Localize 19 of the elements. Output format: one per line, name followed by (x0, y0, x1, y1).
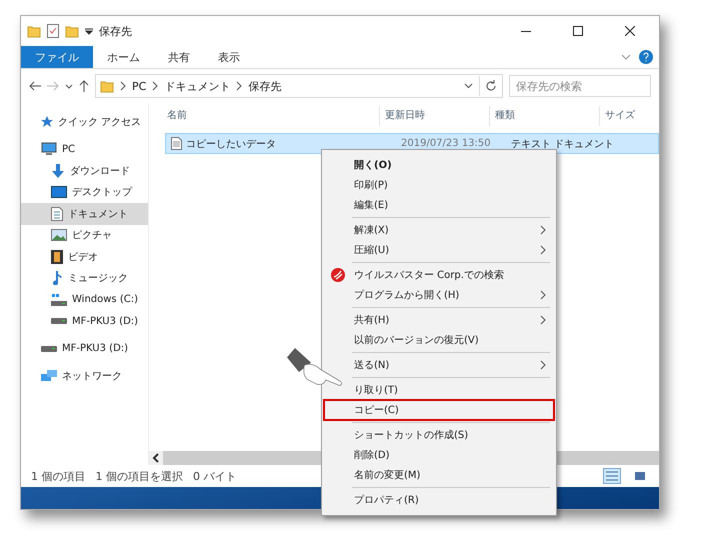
sidebar-label: MF-PKU3 (D:) (72, 316, 138, 327)
window-title: 保存先 (99, 24, 132, 38)
status-text: 1 個の項目を選択 (96, 468, 183, 484)
sidebar-label: ダウンロード (70, 164, 130, 178)
file-name: コピーしたいデータ (166, 136, 396, 150)
sidebar-label: デスクトップ (72, 186, 132, 200)
sidebar-label: ピクチャ (72, 229, 112, 242)
sidebar-label: ドキュメント (68, 208, 128, 221)
sidebar-label: Windows (C:) (72, 294, 138, 306)
status-text: 1 個の項目 (31, 468, 86, 484)
sidebar-label: ネットワーク (62, 370, 122, 384)
sidebar-label: PC (62, 144, 76, 155)
status-text: 0 バイト (193, 468, 236, 484)
type-cell-text: テキスト ドキュメント (510, 138, 616, 150)
sidebar-label: ビデオ (68, 250, 98, 264)
date-cell-text: 2019/07/23 13:50 (400, 138, 492, 149)
sidebar-label: クイック アクセス (58, 116, 142, 129)
sidebar-label: ミュージック (68, 272, 128, 286)
sidebar-label: MF-PKU3 (D:) (62, 343, 128, 354)
